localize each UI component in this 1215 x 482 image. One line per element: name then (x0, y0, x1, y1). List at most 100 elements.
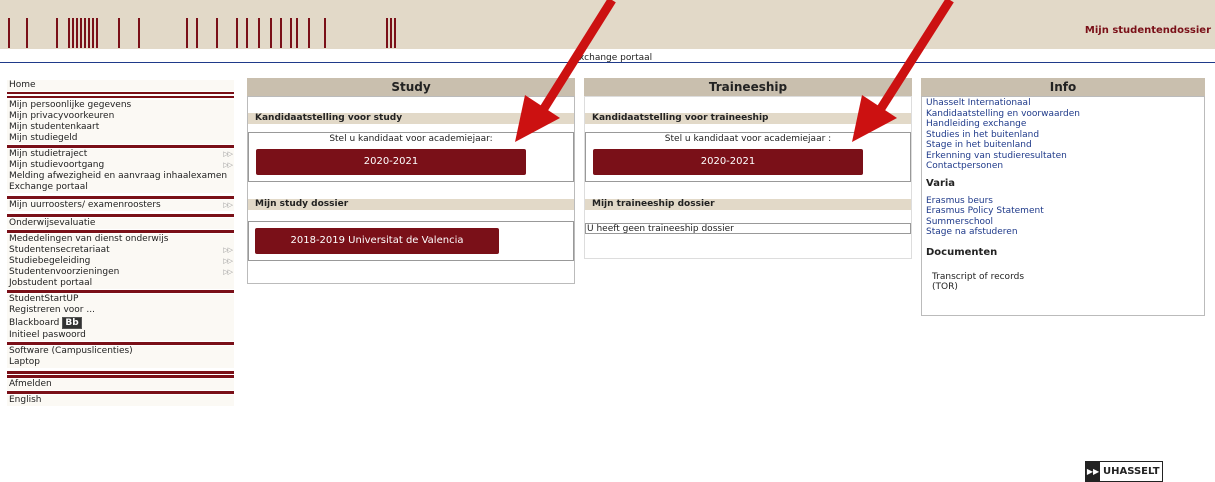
page-header: Mijn studentendossier (0, 0, 1215, 49)
sidebar-item-label: Mijn studentenkaart (9, 122, 100, 132)
traineeship-candidacy-box: Stel u kandidaat voor academiejaar : 202… (585, 132, 911, 182)
sidebar-divider (7, 391, 234, 394)
sidebar-item-logout[interactable]: Afmelden (7, 379, 234, 390)
traineeship-dossier-heading: Mijn traineeship dossier (585, 199, 911, 210)
sidebar-item-label: Mijn studiegeld (9, 133, 78, 143)
sidebar-item-education-evaluation[interactable]: Onderwijsevaluatie (7, 218, 234, 229)
sidebar-item-label: Blackboard (9, 318, 60, 328)
sidebar-item-student-facilities[interactable]: Studentenvoorzieningen ▷▷ (7, 267, 234, 278)
sidebar-item-english[interactable]: English (7, 395, 234, 406)
sidebar-item-label: Studentensecretariaat (9, 245, 110, 255)
sidebar-item-label: Studentenvoorzieningen (9, 267, 120, 277)
traineeship-candidacy-prompt: Stel u kandidaat voor academiejaar : (664, 134, 832, 144)
sidebar-divider (7, 342, 234, 345)
sidebar-item-label: Jobstudent portaal (9, 278, 93, 288)
sidebar-divider (7, 375, 234, 378)
varia-link[interactable]: Summerschool (926, 217, 1200, 228)
submenu-arrow-icon: ▷▷ (223, 257, 233, 265)
sidebar-item-laptop[interactable]: Laptop (7, 357, 234, 368)
sidebar-divider (7, 196, 234, 199)
info-link[interactable]: Contactpersonen (926, 161, 1200, 172)
sidebar-item-study-path[interactable]: Mijn studietraject ▷▷ (7, 149, 234, 160)
varia-link[interactable]: Erasmus beurs (926, 196, 1200, 207)
study-candidacy-prompt: Stel u kandidaat voor academiejaar: (329, 134, 493, 144)
sidebar-item-label: Mijn persoonlijke gegevens (9, 100, 132, 110)
documents-transcript-line1: Transcript of records (932, 271, 1025, 282)
documents-heading: Documenten (926, 246, 998, 258)
sidebar-item-label: Laptop (9, 357, 40, 367)
sidebar-nav: Home Mijn persoonlijke gegevens Mijn pri… (7, 80, 234, 406)
sidebar-item-privacy[interactable]: Mijn privacyvoorkeuren (7, 111, 234, 122)
sidebar-item-label: Mijn studievoortgang (9, 160, 105, 170)
sidebar-item-label: English (9, 395, 42, 405)
sidebar-item-study-progress[interactable]: Mijn studievoortgang ▷▷ (7, 160, 234, 171)
sidebar-item-announcements[interactable]: Mededelingen van dienst onderwijs (7, 234, 234, 245)
sidebar-item-label: Mijn uurroosters/ examenroosters (9, 200, 161, 210)
sidebar-item-label: Melding afwezigheid en aanvraag inhaalex… (9, 171, 228, 181)
info-link[interactable]: Handleiding exchange (926, 119, 1200, 130)
study-year-button[interactable]: 2020-2021 (256, 149, 526, 175)
study-dossier-box: 2018-2019 Universitat de Valencia (248, 221, 574, 261)
sidebar-item-label: Initieel paswoord (9, 330, 86, 340)
info-link[interactable]: Stage in het buitenland (926, 140, 1200, 151)
sidebar-item-label: StudentStartUP (9, 294, 79, 304)
sidebar-item-software[interactable]: Software (Campuslicenties) (7, 346, 234, 357)
study-panel-title: Study (247, 78, 575, 96)
sidebar-item-register[interactable]: Registreren voor ... (7, 305, 234, 316)
sidebar-item-home[interactable]: Home (7, 80, 234, 91)
sidebar-item-initial-password[interactable]: Initieel paswoord (7, 330, 234, 341)
sidebar-item-absence[interactable]: Melding afwezigheid en aanvraag inhaalex… (7, 171, 234, 182)
sidebar-item-blackboard[interactable]: Blackboard Bb (7, 316, 234, 330)
traineeship-dossier-text: U heeft geen traineeship dossier (587, 224, 734, 234)
traineeship-dossier-box: U heeft geen traineeship dossier (585, 223, 911, 234)
sidebar-item-secretariat[interactable]: Studentensecretariaat ▷▷ (7, 245, 234, 256)
sidebar-item-label: Exchange portaal (9, 182, 88, 192)
varia-link[interactable]: Erasmus Policy Statement (926, 206, 1200, 217)
sidebar-item-personal-data[interactable]: Mijn persoonlijke gegevens (7, 100, 234, 111)
documents-transcript-link[interactable]: Transcript of records (TOR) (926, 272, 1200, 292)
study-candidacy-box: Stel u kandidaat voor academiejaar: 2020… (248, 132, 574, 182)
info-link[interactable]: Studies in het buitenland (926, 130, 1200, 141)
submenu-arrow-icon: ▷▷ (223, 150, 233, 158)
varia-heading: Varia (926, 177, 956, 189)
info-panel: Info Uhasselt Internationaal Kandidaatst… (921, 78, 1205, 316)
documents-transcript-line2: (TOR) (932, 281, 958, 292)
sidebar-item-exchange-portal[interactable]: Exchange portaal (7, 182, 234, 193)
sidebar-item-label: Studiebegeleiding (9, 256, 91, 266)
sidebar-divider (7, 96, 234, 99)
submenu-arrow-icon: ▷▷ (223, 161, 233, 169)
sidebar-item-label: Onderwijsevaluatie (9, 218, 96, 228)
sidebar-divider (7, 214, 234, 217)
sidebar-item-schedules[interactable]: Mijn uurroosters/ examenroosters ▷▷ (7, 200, 234, 211)
blackboard-icon: Bb (62, 317, 82, 329)
brand-barcode-logo (8, 18, 408, 48)
sidebar-item-student-card[interactable]: Mijn studentenkaart (7, 122, 234, 133)
sidebar-item-label: Mijn privacyvoorkeuren (9, 111, 115, 121)
sidebar-divider (7, 290, 234, 293)
sidebar-item-label: Mijn studietraject (9, 149, 88, 159)
traineeship-panel-body: Kandidaatstelling voor traineeship Stel … (584, 96, 912, 259)
sidebar-divider (7, 145, 234, 148)
sidebar-item-study-guidance[interactable]: Studiebegeleiding ▷▷ (7, 256, 234, 267)
traineeship-panel-title: Traineeship (584, 78, 912, 96)
submenu-arrow-icon: ▷▷ (223, 246, 233, 254)
study-panel: Study Kandidaatstelling voor study Stel … (247, 78, 575, 284)
sidebar-item-startup[interactable]: StudentStartUP (7, 294, 234, 305)
info-link[interactable]: Uhasselt Internationaal (926, 98, 1200, 109)
traineeship-year-button[interactable]: 2020-2021 (593, 149, 863, 175)
sidebar-item-jobstudent[interactable]: Jobstudent portaal (7, 278, 234, 289)
info-link[interactable]: Kandidaatstelling en voorwaarden (926, 109, 1200, 120)
sidebar-item-study-fees[interactable]: Mijn studiegeld (7, 133, 234, 144)
study-dossier-button[interactable]: 2018-2019 Universitat de Valencia (255, 228, 499, 254)
info-panel-body: Uhasselt Internationaal Kandidaatstellin… (921, 96, 1205, 316)
sidebar-divider (7, 230, 234, 233)
info-panel-title: Info (921, 78, 1205, 96)
sidebar-item-label: Afmelden (9, 379, 52, 389)
header-divider (0, 62, 1215, 63)
sidebar-item-label: Home (9, 80, 36, 90)
varia-link[interactable]: Stage na afstuderen (926, 227, 1200, 238)
info-link[interactable]: Erkenning van studieresultaten (926, 151, 1200, 162)
logo-text: UHASSELT (1103, 466, 1160, 477)
header-title: Mijn studentendossier (1084, 25, 1211, 36)
info-links: Uhasselt Internationaal Kandidaatstellin… (926, 98, 1200, 292)
